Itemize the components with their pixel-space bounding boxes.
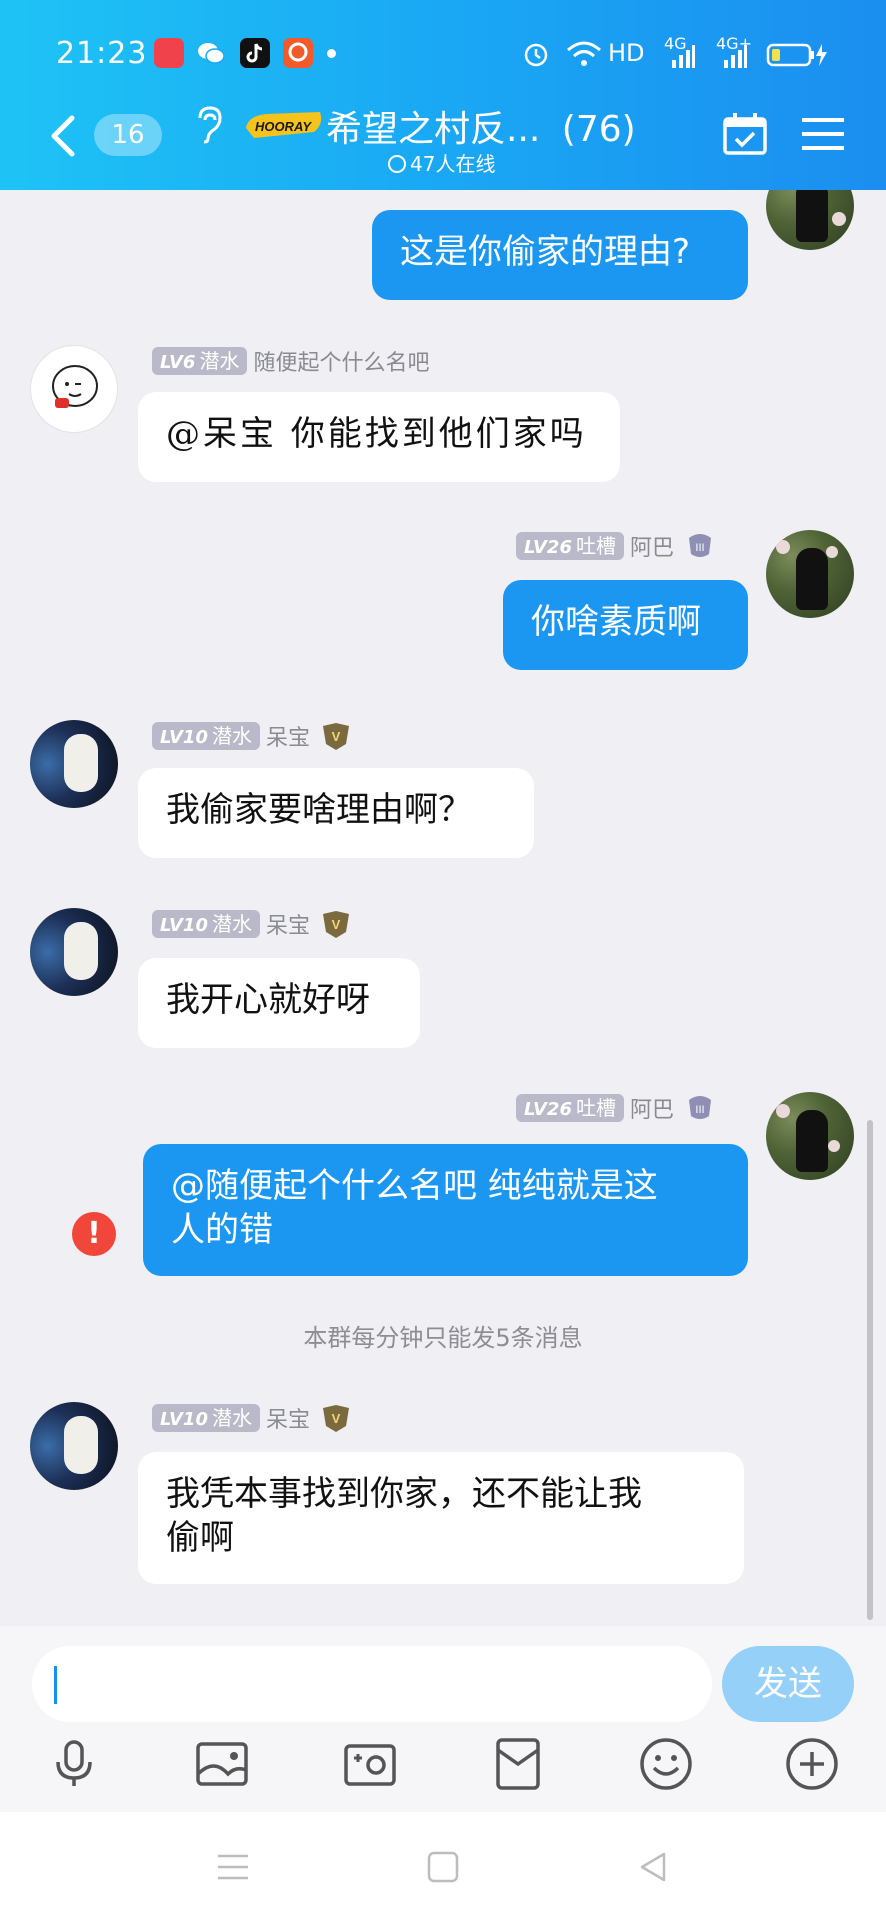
level-badge: LV26 吐槽 — [516, 532, 624, 560]
avatar[interactable] — [30, 1402, 118, 1490]
avatar[interactable] — [766, 1092, 854, 1180]
message-text-line: @随便起个什么名吧 纯纯就是这 — [171, 1166, 658, 1206]
sender-meta: LV10 潜水 呆宝 V — [152, 1402, 351, 1433]
message-bubble[interactable]: 我偷家要啥理由啊？ — [138, 768, 534, 858]
tiktok-app-icon — [240, 38, 270, 68]
v-badge-icon: V — [323, 911, 349, 938]
rank-badge-icon: III — [689, 534, 711, 557]
home-nav-icon[interactable] — [426, 1850, 460, 1884]
message-bubble[interactable]: 你啥素质啊 — [503, 580, 748, 670]
svg-text:III: III — [695, 542, 704, 554]
chat-header: 21:23 HD 4G 4G+ 16 HOORAY 希望之村反... (76) … — [0, 0, 886, 190]
sender-meta: LV26 吐槽 阿巴 III — [516, 1092, 715, 1123]
sender-meta: LV6 潜水 随便起个什么名吧 — [152, 345, 429, 376]
hooray-badge-icon: HOORAY — [246, 112, 322, 138]
level-badge: LV10 潜水 — [152, 910, 260, 938]
v-badge-icon: V — [323, 723, 349, 750]
svg-text:V: V — [332, 1411, 341, 1426]
sender-name[interactable]: 阿巴 — [630, 1098, 674, 1123]
sender-name[interactable]: 呆宝 — [266, 726, 310, 751]
menu-nav-icon[interactable] — [216, 1850, 250, 1884]
member-count: (76) — [561, 109, 636, 150]
sender-meta: LV10 潜水 呆宝 V — [152, 720, 351, 751]
more-notifications-dot — [327, 49, 336, 58]
send-failed-icon[interactable]: ! — [72, 1212, 116, 1256]
group-name: 希望之村反... — [326, 109, 541, 150]
message-bubble[interactable]: 这是你偷家的理由? — [372, 210, 748, 300]
wifi-icon — [567, 41, 601, 66]
online-status: 47人在线 — [388, 148, 495, 177]
hd-label: HD — [608, 39, 645, 67]
system-navigation-bar — [0, 1812, 886, 1920]
message-text: 我偷家要啥理由啊？ — [166, 790, 472, 830]
plus-icon[interactable] — [782, 1734, 842, 1794]
back-arrow-icon[interactable] — [48, 114, 78, 158]
level-badge: LV26 吐槽 — [516, 1094, 624, 1122]
message-bubble[interactable]: 我凭本事找到你家，还不能让我 偷啊 — [138, 1452, 744, 1584]
level-badge: LV10 潜水 — [152, 722, 260, 750]
sender-name[interactable]: 随便起个什么名吧 — [253, 351, 429, 376]
signal-bars-icon — [672, 45, 695, 68]
message-text: 你啥素质啊 — [531, 602, 701, 642]
battery-icon — [766, 43, 827, 67]
signal-bars-2-icon — [724, 45, 747, 68]
image-icon[interactable] — [192, 1734, 252, 1794]
music-app-icon — [154, 38, 184, 68]
wechat-app-icon — [196, 38, 226, 68]
back-nav-icon[interactable] — [636, 1850, 670, 1884]
alarm-icon — [524, 43, 548, 67]
message-input[interactable] — [32, 1646, 712, 1722]
message-bubble[interactable]: @呆宝 你能找到他们家吗 — [138, 392, 620, 482]
svg-text:III: III — [695, 1104, 704, 1116]
ear-icon[interactable] — [192, 104, 222, 144]
cartoon-avatar-icon — [52, 365, 98, 408]
rank-badge-icon: III — [689, 1096, 711, 1119]
avatar[interactable] — [30, 345, 118, 433]
unread-count-badge[interactable]: 16 — [94, 114, 162, 156]
group-title[interactable]: 希望之村反... (76) — [326, 100, 636, 152]
online-check-icon — [388, 155, 406, 173]
v-badge-icon: V — [323, 1405, 349, 1432]
hooray-text: HOORAY — [255, 119, 312, 134]
message-text: 我开心就好呀 — [166, 980, 370, 1020]
send-button[interactable]: 发送 — [722, 1646, 854, 1722]
menu-icon[interactable] — [802, 116, 844, 152]
message-bubble[interactable]: @随便起个什么名吧 纯纯就是这 人的错 — [143, 1144, 748, 1276]
status-bar: 21:23 HD 4G 4G+ — [0, 30, 886, 78]
microphone-icon[interactable] — [44, 1734, 104, 1794]
level-badge: LV6 潜水 — [152, 347, 248, 375]
chat-message-list[interactable]: 这是你偷家的理由? LV6 潜水 随便起个什么名吧 @呆宝 你能找到他们家吗 LV2… — [0, 190, 886, 1626]
message-text-line: 人的错 — [171, 1210, 273, 1250]
svg-text:V: V — [332, 729, 341, 744]
sender-name[interactable]: 阿巴 — [630, 536, 674, 561]
svg-text:V: V — [332, 917, 341, 932]
status-time: 21:23 — [56, 36, 148, 71]
message-text: @呆宝 你能找到他们家吗 — [166, 414, 587, 454]
avatar[interactable] — [766, 530, 854, 618]
emoji-icon[interactable] — [636, 1734, 696, 1794]
avatar[interactable] — [30, 908, 118, 996]
camera-icon[interactable] — [340, 1734, 400, 1794]
text-caret — [54, 1666, 57, 1704]
message-text-line: 偷啊 — [166, 1518, 234, 1558]
navigation-bar: 16 HOORAY 希望之村反... (76) 47人在线 — [0, 96, 886, 176]
input-bar: 发送 — [0, 1626, 886, 1812]
message-text: 这是你偷家的理由? — [400, 232, 691, 272]
scrollbar[interactable] — [867, 1120, 873, 1620]
avatar[interactable] — [766, 190, 854, 250]
video-app-icon — [283, 38, 313, 68]
sender-name[interactable]: 呆宝 — [266, 914, 310, 939]
sender-meta: LV26 吐槽 阿巴 III — [516, 530, 715, 561]
message-bubble[interactable]: 我开心就好呀 — [138, 958, 420, 1048]
red-packet-icon[interactable] — [488, 1734, 548, 1794]
message-text-line: 我凭本事找到你家，还不能让我 — [166, 1474, 642, 1514]
avatar[interactable] — [30, 720, 118, 808]
calendar-check-icon[interactable] — [722, 112, 768, 156]
sender-meta: LV10 潜水 呆宝 V — [152, 908, 351, 939]
level-badge: LV10 潜水 — [152, 1404, 260, 1432]
system-notice: 本群每分钟只能发5条消息 — [303, 1324, 583, 1352]
sender-name[interactable]: 呆宝 — [266, 1408, 310, 1433]
online-count: 47人在线 — [410, 152, 496, 176]
